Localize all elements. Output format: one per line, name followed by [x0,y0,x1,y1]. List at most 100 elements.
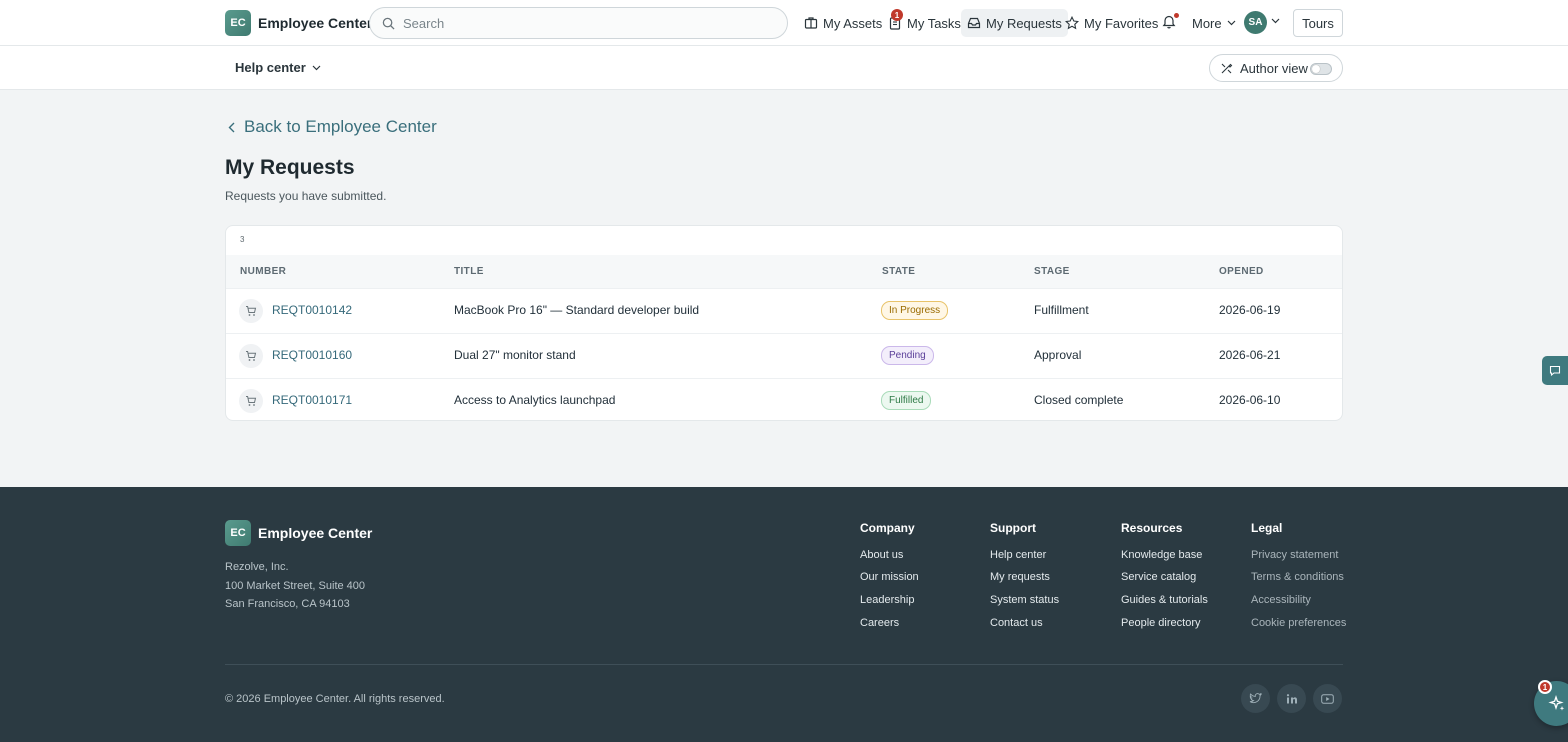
top-navbar: EC Employee Center My Assets 1 My Tasks … [0,0,1568,46]
page-title: My Requests [225,156,355,179]
search-input[interactable] [403,15,773,31]
table-row[interactable]: REQT0010171 Access to Analytics launchpa… [226,378,1342,420]
youtube-icon[interactable] [1313,684,1342,713]
footer-link-about-us[interactable]: About us [860,549,903,561]
search-icon [382,17,395,30]
brand-home-link[interactable]: EC Employee Center [225,10,372,36]
footer-brand-name: Employee Center [258,525,373,541]
result-count: 3 [240,235,245,244]
column-header-title[interactable]: TITLE [454,266,484,277]
footer-link-privacy-statement[interactable]: Privacy statement [1251,549,1338,561]
status-badge: Fulfilled [881,391,932,410]
chat-bubble-icon [1549,365,1561,376]
request-stage: Approval [1034,348,1082,362]
nav-my-tasks-label: My Tasks [907,15,961,31]
footer-link-cookie-preferences[interactable]: Cookie preferences [1251,617,1346,629]
feedback-tab[interactable] [1542,356,1568,385]
request-stage: Fulfillment [1034,303,1089,317]
column-header-opened[interactable]: OPENED [1219,266,1264,277]
help-center-menu[interactable]: Help center [235,60,321,75]
column-header-state[interactable]: STATE [882,266,915,277]
footer-divider [225,664,1343,665]
tasks-count-badge: 1 [891,9,903,21]
request-stage: Closed complete [1034,393,1124,407]
footer-logo: EC [225,520,251,546]
table-row[interactable]: REQT0010160 Dual 27" monitor stand Pendi… [226,333,1342,378]
request-title: Access to Analytics launchpad [454,393,616,407]
chevron-down-icon [1227,20,1236,26]
table-header: NUMBER TITLE STATE STAGE OPENED [226,255,1342,288]
request-opened-date: 2026-06-19 [1219,303,1281,317]
footer-heading-support: Support [990,521,1036,535]
linkedin-icon[interactable] [1277,684,1306,713]
footer-heading-legal: Legal [1251,521,1283,535]
footer-link-contact-us[interactable]: Contact us [990,617,1043,629]
nav-my-requests[interactable]: My Requests [961,9,1068,37]
chevron-left-icon [228,122,235,132]
nav-my-assets[interactable]: My Assets [798,9,888,37]
request-number-link[interactable]: REQT0010171 [272,393,352,407]
box-icon [804,17,818,29]
footer-link-people-directory[interactable]: People directory [1121,617,1201,629]
column-header-stage[interactable]: STAGE [1034,266,1070,277]
status-badge: In Progress [881,301,949,320]
author-view-switch[interactable] [1310,63,1332,75]
nav-more-label: More [1192,15,1222,31]
footer-link-my-requests[interactable]: My requests [990,571,1050,583]
footer-link-knowledge-base[interactable]: Knowledge base [1121,549,1202,561]
request-number-link[interactable]: REQT0010142 [272,303,352,317]
twitter-icon[interactable] [1241,684,1270,713]
nav-my-favorites[interactable]: My Favorites [1059,9,1164,37]
author-view-toggle[interactable]: Author view [1209,54,1343,82]
footer-address-city: San Francisco, CA 94103 [225,598,350,610]
footer-link-our-mission[interactable]: Our mission [860,571,919,583]
request-title: MacBook Pro 16" — Standard developer bui… [454,303,700,317]
nav-my-tasks[interactable]: 1 My Tasks [882,9,967,37]
column-header-number[interactable]: NUMBER [240,266,286,277]
request-title: Dual 27" monitor stand [454,348,576,362]
footer-link-help-center[interactable]: Help center [990,549,1046,561]
footer-link-system-status[interactable]: System status [990,594,1059,606]
sub-navbar: Help center Author view [0,46,1568,90]
request-opened-date: 2026-06-10 [1219,393,1281,407]
nav-my-requests-label: My Requests [986,15,1062,31]
help-center-label: Help center [235,60,306,75]
status-badge: Pending [881,346,934,365]
footer-link-leadership[interactable]: Leadership [860,594,914,606]
chevron-down-icon[interactable] [1271,18,1280,24]
nav-my-favorites-label: My Favorites [1084,15,1159,31]
table-row[interactable]: REQT0010142 MacBook Pro 16" — Standard d… [226,288,1342,333]
footer-link-service-catalog[interactable]: Service catalog [1121,571,1196,583]
chevron-down-icon [312,65,321,70]
request-opened-date: 2026-06-21 [1219,348,1281,362]
footer-link-accessibility[interactable]: Accessibility [1251,594,1311,606]
cart-icon [239,344,263,368]
tours-button[interactable]: Tours [1293,9,1343,37]
site-footer: EC Employee Center Rezolve, Inc. 100 Mar… [0,487,1568,742]
nav-more-menu[interactable]: More [1186,9,1242,37]
back-link-label: Back to Employee Center [244,117,437,136]
user-avatar[interactable]: SA [1244,11,1267,34]
footer-heading-resources: Resources [1121,521,1183,535]
request-number-link[interactable]: REQT0010160 [272,348,352,362]
sparkle-icon [1547,694,1564,711]
brand-logo: EC [225,10,251,36]
page-subtitle: Requests you have submitted. [225,189,387,203]
cart-icon [239,389,263,413]
cart-icon [239,299,263,323]
search-box[interactable] [369,7,788,39]
footer-heading-company: Company [860,521,915,535]
footer-address-street: 100 Market Street, Suite 400 [225,580,366,592]
footer-company-name: Rezolve, Inc. [225,561,289,573]
palette-icon [1221,63,1233,73]
author-view-label: Author view [1240,60,1308,76]
assistant-notification-badge: 1 [1538,680,1552,694]
copyright-text: © 2026 Employee Center. All rights reser… [225,693,445,705]
footer-brand[interactable]: EC Employee Center [225,520,372,546]
footer-link-terms-conditions[interactable]: Terms & conditions [1251,571,1344,583]
nav-my-assets-label: My Assets [823,15,883,31]
notification-dot [1174,13,1179,18]
footer-link-careers[interactable]: Careers [860,617,899,629]
footer-link-guides-tutorials[interactable]: Guides & tutorials [1121,594,1208,606]
back-link[interactable]: Back to Employee Center [228,117,437,137]
